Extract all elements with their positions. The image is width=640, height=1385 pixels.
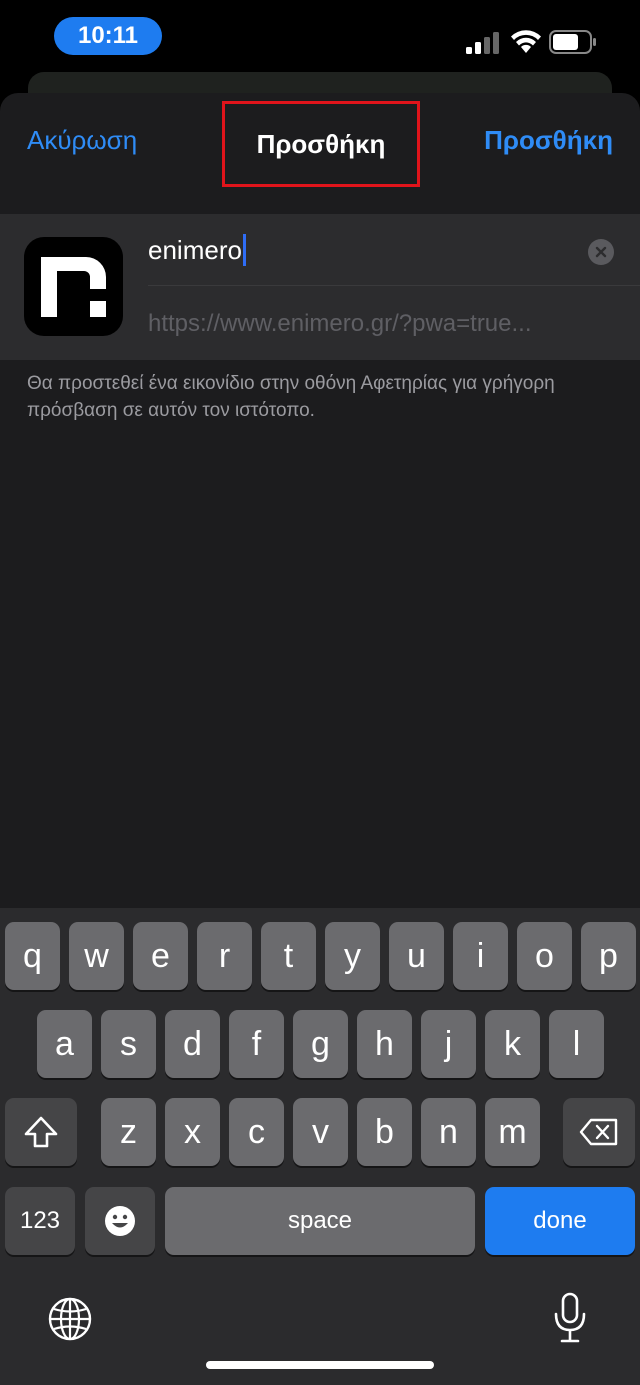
shift-key[interactable] xyxy=(5,1098,77,1166)
key-x[interactable]: x xyxy=(165,1098,220,1166)
key-p[interactable]: p xyxy=(581,922,636,990)
space-key[interactable]: space xyxy=(165,1187,475,1255)
cancel-button[interactable]: Ακύρωση xyxy=(27,125,137,156)
delete-key[interactable] xyxy=(563,1098,635,1166)
battery-icon xyxy=(549,30,596,54)
emoji-icon xyxy=(105,1206,135,1236)
enimero-logo-icon xyxy=(24,237,123,336)
done-key[interactable]: done xyxy=(485,1187,635,1255)
wifi-icon xyxy=(511,30,541,53)
globe-icon[interactable] xyxy=(47,1296,93,1342)
form-card: enimero https://www.enimero.gr/?pwa=true… xyxy=(0,214,640,360)
key-e[interactable]: e xyxy=(133,922,188,990)
key-f[interactable]: f xyxy=(229,1010,284,1078)
key-k[interactable]: k xyxy=(485,1010,540,1078)
emoji-key[interactable] xyxy=(85,1187,155,1255)
shift-icon xyxy=(24,1116,58,1148)
status-bar: 10:11 xyxy=(0,0,640,72)
key-t[interactable]: t xyxy=(261,922,316,990)
key-m[interactable]: m xyxy=(485,1098,540,1166)
add-button[interactable]: Προσθήκη xyxy=(484,125,613,156)
title-highlight-box: Προσθήκη xyxy=(222,101,420,187)
key-r[interactable]: r xyxy=(197,922,252,990)
name-row: enimero xyxy=(148,214,640,286)
key-q[interactable]: q xyxy=(5,922,60,990)
key-g[interactable]: g xyxy=(293,1010,348,1078)
key-w[interactable]: w xyxy=(69,922,124,990)
key-o[interactable]: o xyxy=(517,922,572,990)
key-h[interactable]: h xyxy=(357,1010,412,1078)
key-u[interactable]: u xyxy=(389,922,444,990)
signal-icon xyxy=(466,32,499,54)
url-field: https://www.enimero.gr/?pwa=true... xyxy=(148,310,532,337)
key-s[interactable]: s xyxy=(101,1010,156,1078)
text-caret xyxy=(242,234,246,266)
microphone-icon[interactable] xyxy=(553,1292,587,1344)
key-z[interactable]: z xyxy=(101,1098,156,1166)
nav-bar: Ακύρωση Προσθήκη Προσθήκη xyxy=(0,93,640,213)
key-c[interactable]: c xyxy=(229,1098,284,1166)
status-time: 10:11 xyxy=(54,17,162,55)
hint-text: Θα προστεθεί ένα εικονίδιο στην οθόνη Αφ… xyxy=(27,373,555,421)
key-l[interactable]: l xyxy=(549,1010,604,1078)
key-n[interactable]: n xyxy=(421,1098,476,1166)
key-d[interactable]: d xyxy=(165,1010,220,1078)
delete-icon xyxy=(579,1118,618,1146)
clear-icon[interactable] xyxy=(588,239,614,265)
key-i[interactable]: i xyxy=(453,922,508,990)
name-input-value: enimero xyxy=(148,234,242,265)
name-input[interactable]: enimero xyxy=(148,234,246,266)
key-a[interactable]: a xyxy=(37,1010,92,1078)
key-b[interactable]: b xyxy=(357,1098,412,1166)
page-title: Προσθήκη xyxy=(256,128,386,159)
key-y[interactable]: y xyxy=(325,922,380,990)
key-j[interactable]: j xyxy=(421,1010,476,1078)
key-v[interactable]: v xyxy=(293,1098,348,1166)
home-indicator[interactable] xyxy=(206,1361,434,1369)
numbers-key[interactable]: 123 xyxy=(5,1187,75,1255)
